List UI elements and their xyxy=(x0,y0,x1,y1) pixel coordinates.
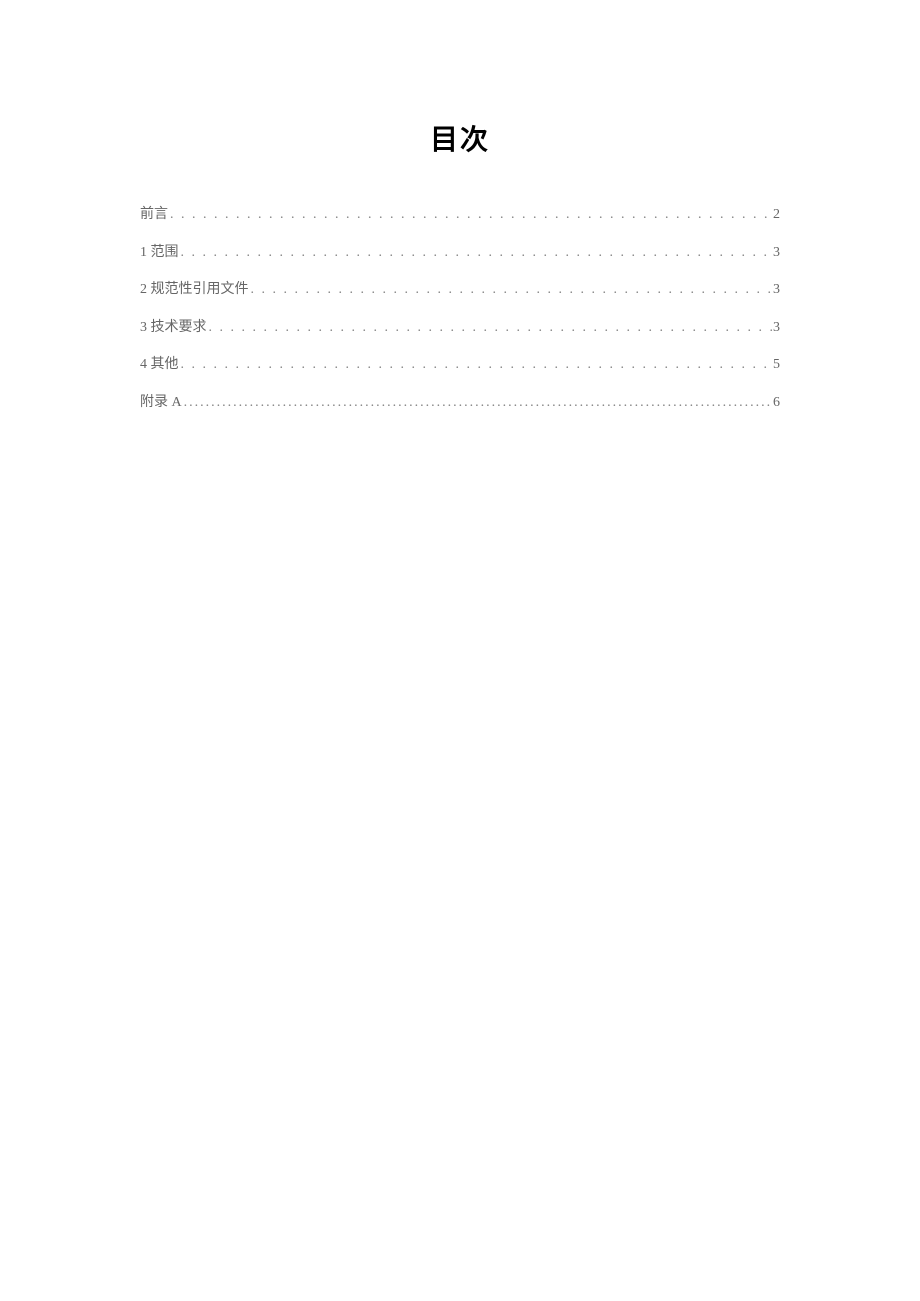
toc-entry-page: 3 xyxy=(773,280,780,300)
toc-entry-page: 3 xyxy=(773,318,780,338)
toc-entry: 3 技术要求 . . . . . . . . . . . . . . . . .… xyxy=(140,309,780,347)
toc-entry-page: 3 xyxy=(773,243,780,263)
toc-entry-label: 1 范围 xyxy=(140,243,179,263)
toc-entry-label: 2 规范性引用文件 xyxy=(140,280,249,300)
toc-entry-page: 5 xyxy=(773,355,780,375)
toc-entry-page: 6 xyxy=(773,393,780,413)
toc-leader-dots: . . . . . . . . . . . . . . . . . . . . … xyxy=(179,355,774,375)
toc-entry-label: 附录 A xyxy=(140,393,182,413)
toc-entry-page: 2 xyxy=(773,205,780,225)
toc-entry: 1 范围 . . . . . . . . . . . . . . . . . .… xyxy=(140,234,780,272)
toc-entry-label: 前言 xyxy=(140,205,168,225)
toc-leader-dots: . . . . . . . . . . . . . . . . . . . . … xyxy=(207,318,774,338)
toc-entry: 4 其他 . . . . . . . . . . . . . . . . . .… xyxy=(140,346,780,384)
toc-leader-dots: . . . . . . . . . . . . . . . . . . . . … xyxy=(179,243,774,263)
table-of-contents: 前言 . . . . . . . . . . . . . . . . . . .… xyxy=(140,196,780,422)
toc-entry: 附录 A ...................................… xyxy=(140,384,780,422)
toc-leader-dots: . . . . . . . . . . . . . . . . . . . . … xyxy=(249,280,774,300)
toc-entry: 前言 . . . . . . . . . . . . . . . . . . .… xyxy=(140,196,780,234)
toc-leader-dots: ........................................… xyxy=(182,393,773,413)
toc-entry-label: 4 其他 xyxy=(140,355,179,375)
toc-leader-dots: . . . . . . . . . . . . . . . . . . . . … xyxy=(168,205,773,225)
page-title: 目次 xyxy=(0,118,920,158)
toc-entry-label: 3 技术要求 xyxy=(140,318,207,338)
toc-entry: 2 规范性引用文件 . . . . . . . . . . . . . . . … xyxy=(140,271,780,309)
